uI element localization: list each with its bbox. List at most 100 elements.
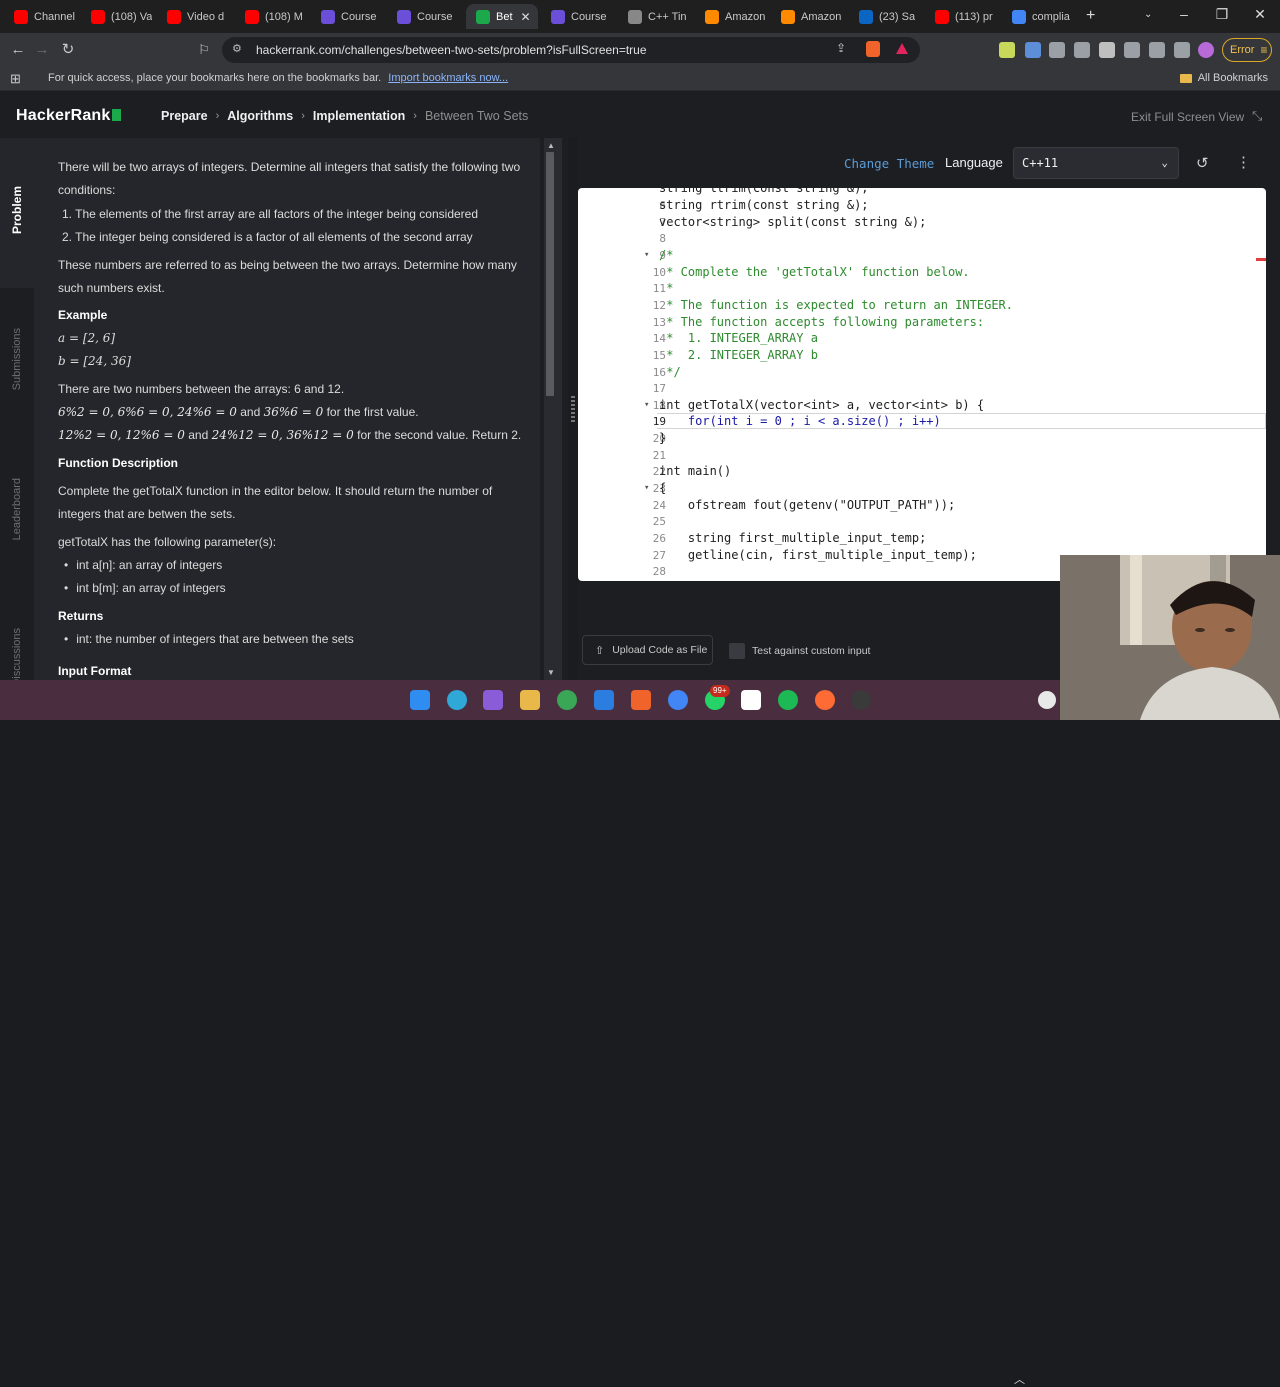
breadcrumb-prepare[interactable]: Prepare [161, 109, 208, 123]
back-icon[interactable]: ← [8, 40, 28, 60]
tab-search-chevron-icon[interactable]: ⌄ [1144, 9, 1152, 20]
bookmark-icon[interactable]: ⚐ [194, 40, 214, 60]
brave-shields-icon[interactable] [866, 41, 880, 57]
apps-grid-icon[interactable]: ⊞ [10, 71, 21, 87]
import-bookmarks-link[interactable]: Import bookmarks now... [388, 72, 508, 84]
example-line-2: 6%2 = 0, 6%6 = 0, 24%6 = 0 and 36%6 = 0 … [58, 405, 419, 419]
code-editor[interactable]: string ltrim(const string &); 6 string rt… [578, 188, 1266, 581]
browser-tab[interactable]: Course [541, 4, 615, 29]
line-number: 28 [578, 565, 666, 578]
upload-code-button[interactable]: ⇧ Upload Code as File [582, 635, 713, 665]
browser-tab[interactable]: Video d [157, 4, 231, 29]
minimize-icon[interactable]: – [1174, 6, 1194, 22]
paragraph-text: These numbers are referred to as being b… [58, 258, 517, 272]
all-bookmarks-button[interactable]: All Bookmarks [1179, 72, 1268, 84]
maximize-icon[interactable]: ❐ [1212, 6, 1232, 23]
wallet-icon[interactable] [1124, 42, 1140, 58]
breadcrumb-implementation[interactable]: Implementation [313, 109, 405, 123]
vpn-icon[interactable] [1174, 42, 1190, 58]
address-bar[interactable]: ⚙ hackerrank.com/challenges/between-two-… [222, 37, 920, 63]
profile-avatar[interactable] [1198, 42, 1214, 58]
browser-tab[interactable]: (113) pr [925, 4, 999, 29]
hackerrank-logo[interactable]: HackerRank [16, 107, 121, 125]
fold-icon[interactable]: ▾ [644, 250, 649, 260]
folder-icon [1179, 73, 1192, 83]
share-icon[interactable]: ⇪ [836, 41, 846, 55]
browser-tab[interactable]: Amazon [771, 4, 845, 29]
line-number: 26 [578, 532, 666, 545]
code-line: vector<string> split(const string &); [659, 214, 927, 229]
brave-icon[interactable] [631, 690, 651, 710]
browser-tab[interactable]: complia [1002, 4, 1076, 29]
sidebar-icon[interactable] [1099, 42, 1115, 58]
reset-code-icon[interactable]: ↺ [1196, 154, 1209, 172]
new-tab-icon[interactable]: + [1086, 7, 1095, 25]
forward-icon[interactable]: → [32, 40, 52, 60]
reload-icon[interactable]: ↻ [58, 40, 78, 60]
youtube-icon [935, 9, 949, 24]
browser-tab[interactable]: C++ Tin [618, 4, 692, 29]
line-number-text: 27 [652, 548, 666, 562]
tray-overflow-icon[interactable]: ︿ [1014, 1371, 1025, 1387]
url-text: hackerrank.com/challenges/between-two-se… [256, 43, 647, 57]
chrome-profile-icon[interactable] [668, 690, 688, 710]
browser-tab[interactable]: (108) Va [81, 4, 155, 29]
file-explorer-icon[interactable] [520, 690, 540, 710]
close-window-icon[interactable]: ✕ [1250, 6, 1270, 23]
line-number: 15 [578, 349, 666, 362]
more-options-icon[interactable]: ⋮ [1236, 153, 1251, 171]
tab-leaderboard-label: Leaderboard [11, 478, 23, 541]
exit-fullscreen-link[interactable]: Exit Full Screen View [1131, 110, 1244, 124]
scroll-down-icon[interactable]: ▼ [544, 668, 558, 677]
browser-tab[interactable]: Amazon [695, 4, 769, 29]
extension-icon[interactable] [1049, 42, 1065, 58]
tab-leaderboard[interactable]: Leaderboard [0, 478, 34, 540]
extension-icon[interactable] [999, 42, 1015, 58]
update-icon[interactable] [1038, 691, 1056, 709]
fold-icon[interactable]: ▾ [644, 400, 649, 410]
browser-tab[interactable]: (108) M [235, 4, 309, 29]
line-number: 23 [578, 482, 666, 495]
leo-ai-icon[interactable] [1149, 42, 1165, 58]
line-number: 8 [578, 232, 666, 245]
extension-icon[interactable] [1025, 42, 1041, 58]
copilot-icon[interactable] [483, 690, 503, 710]
browser-tab[interactable]: Bet ✕ [466, 4, 538, 29]
webcam-overlay [1060, 555, 1280, 720]
tab-discussions[interactable]: Discussions [0, 628, 34, 687]
problem-scrollbar[interactable]: ▲ ▼ [540, 138, 568, 680]
error-button[interactable]: Error ≡ [1222, 38, 1272, 62]
vscode-icon[interactable] [594, 690, 614, 710]
postman-icon[interactable] [815, 690, 835, 710]
obs-icon[interactable] [851, 690, 871, 710]
line-number: 6 [578, 199, 666, 212]
browser-tab[interactable]: (23) Sa [849, 4, 923, 29]
scroll-thumb[interactable] [546, 152, 554, 396]
exit-fullscreen-icon[interactable]: ⤡ [1252, 108, 1262, 124]
brave-rewards-icon[interactable] [896, 43, 908, 54]
line-number: 21 [578, 449, 666, 462]
browser-tab[interactable]: Channel [4, 4, 78, 29]
hackerrank-header: HackerRank Prepare › Algorithms › Implem… [0, 92, 1280, 138]
scroll-up-icon[interactable]: ▲ [544, 141, 558, 150]
notion-icon[interactable] [741, 690, 761, 710]
breadcrumb-algorithms[interactable]: Algorithms [227, 109, 293, 123]
extensions-puzzle-icon[interactable] [1074, 42, 1090, 58]
tab-problem[interactable]: Problem [0, 186, 34, 234]
windows-start-icon[interactable] [410, 690, 430, 710]
browser-tab[interactable]: Course [311, 4, 385, 29]
change-theme-link[interactable]: Change Theme [844, 156, 934, 171]
resize-grip-icon[interactable] [571, 396, 575, 422]
site-info-icon[interactable]: ⚙ [232, 42, 242, 55]
close-tab-icon[interactable]: ✕ [521, 10, 531, 24]
tab-submissions[interactable]: Submissions [0, 328, 34, 390]
chrome-icon[interactable] [557, 690, 577, 710]
code-line: * The function is expected to return an … [659, 297, 1014, 312]
spotify-icon[interactable] [778, 690, 798, 710]
fold-icon[interactable]: ▾ [644, 483, 649, 493]
browser-tab[interactable]: Course [387, 4, 461, 29]
edge-icon[interactable] [447, 690, 467, 710]
language-select[interactable]: C++11 ⌄ [1013, 147, 1179, 179]
chevron-right-icon: › [301, 110, 305, 122]
custom-input-checkbox[interactable] [729, 643, 745, 659]
